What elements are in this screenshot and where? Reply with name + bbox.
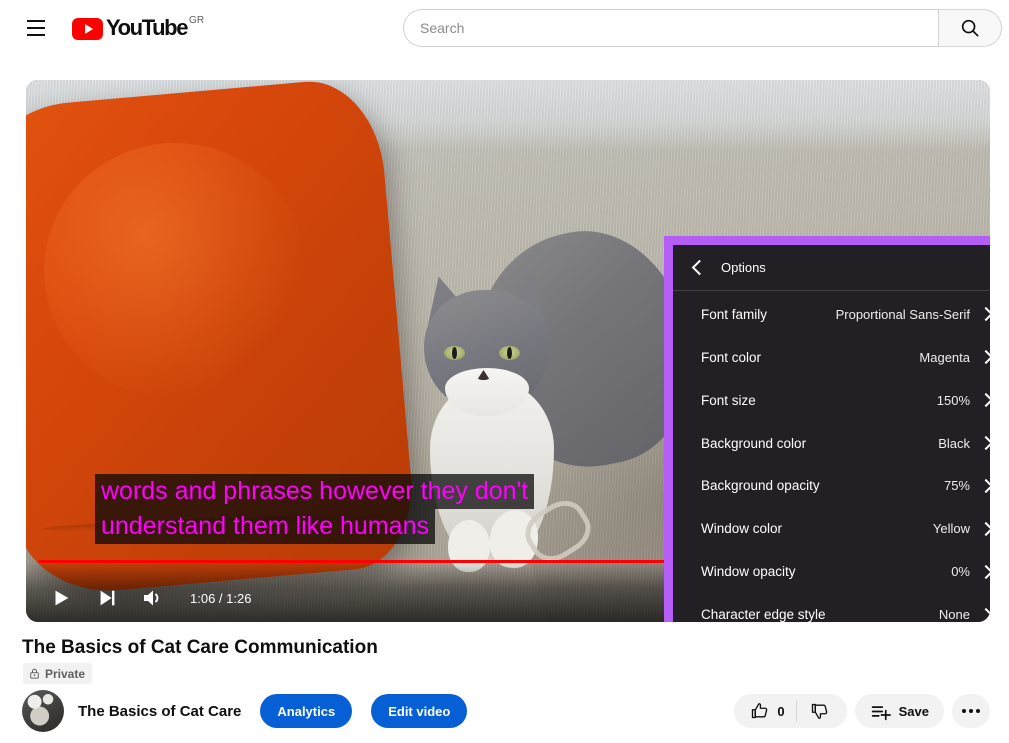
- volume-icon: [144, 590, 159, 606]
- options-back-button[interactable]: Options: [673, 245, 990, 291]
- cat-eye-left: [444, 346, 465, 360]
- chevron-right-icon: [980, 437, 990, 449]
- play-icon: [55, 590, 69, 606]
- menu-item-value: Yellow: [932, 521, 970, 537]
- next-track-icon: [100, 590, 115, 606]
- cat-pupil: [507, 347, 512, 359]
- chevron-right-icon: [980, 566, 990, 578]
- cat-eye-right: [499, 346, 520, 360]
- more-dot: [976, 709, 980, 713]
- search-input[interactable]: [420, 20, 938, 36]
- next-video-button[interactable]: [84, 575, 130, 621]
- search-button[interactable]: [938, 9, 1002, 47]
- save-label: Save: [898, 703, 929, 719]
- menu-item-label: Window opacity: [701, 564, 796, 580]
- search-area: [403, 9, 1002, 47]
- menu-item-value: Proportional Sans-Serif: [835, 306, 970, 322]
- options-list: Font family Proportional Sans-Serif Font…: [673, 291, 990, 622]
- youtube-logo[interactable]: YouTube GR: [72, 15, 204, 41]
- video-actions: 0 Save: [734, 694, 990, 728]
- lock-icon: [30, 668, 39, 679]
- menu-item-font-size[interactable]: Font size 150%: [673, 379, 990, 422]
- menu-item-label: Background color: [701, 435, 807, 451]
- play-button[interactable]: [38, 575, 84, 621]
- back-chevron-icon: [687, 258, 707, 278]
- menu-item-window-color[interactable]: Window color Yellow: [673, 507, 990, 550]
- edit-video-button[interactable]: Edit video: [371, 694, 468, 728]
- menu-item-label: Character edge style: [701, 607, 826, 622]
- menu-item-character-edge-style[interactable]: Character edge style None: [673, 593, 990, 622]
- menu-item-background-color[interactable]: Background color Black: [673, 422, 990, 465]
- dislike-button[interactable]: [797, 694, 843, 728]
- menu-item-value: Magenta: [919, 349, 970, 365]
- menu-item-font-family[interactable]: Font family Proportional Sans-Serif: [673, 293, 990, 336]
- channel-name[interactable]: The Basics of Cat Care: [78, 703, 241, 720]
- video-title: The Basics of Cat Care Communication: [22, 637, 378, 658]
- top-navigation-bar: YouTube GR: [0, 0, 1009, 56]
- chevron-right-icon: [980, 523, 990, 535]
- options-menu-title: Options: [721, 260, 766, 275]
- hamburger-line: [27, 27, 45, 29]
- menu-item-label: Font color: [701, 349, 762, 365]
- chevron-right-icon: [980, 351, 990, 363]
- thumbs-up-icon: [752, 703, 768, 719]
- channel-row: The Basics of Cat Care Analytics Edit vi…: [22, 690, 468, 732]
- search-icon: [961, 19, 979, 37]
- menu-item-window-opacity[interactable]: Window opacity 0%: [673, 550, 990, 593]
- video-player[interactable]: words and phrases however they don't und…: [26, 80, 990, 622]
- pillow-highlight: [33, 132, 316, 409]
- analytics-button[interactable]: Analytics: [260, 694, 353, 728]
- menu-item-label: Window color: [701, 521, 783, 537]
- menu-item-value: 0%: [951, 564, 970, 580]
- menu-item-value: Black: [938, 435, 970, 451]
- more-dot: [962, 709, 966, 713]
- youtube-country-code: GR: [189, 15, 205, 26]
- menu-item-label: Background opacity: [701, 478, 820, 494]
- menu-item-background-opacity[interactable]: Background opacity 75%: [673, 465, 990, 508]
- menu-item-value: 75%: [943, 478, 970, 494]
- menu-item-value: 150%: [936, 392, 970, 408]
- hamburger-line: [27, 20, 45, 22]
- youtube-play-icon: [72, 18, 103, 40]
- captions-options-menu[interactable]: Options Font family Proportional Sans-Se…: [664, 236, 990, 622]
- privacy-badge: Private: [23, 663, 93, 684]
- menu-item-value: None: [938, 607, 970, 622]
- thumbs-down-icon: [811, 703, 827, 719]
- privacy-label: Private: [45, 666, 86, 681]
- captions-options-panel: Options Font family Proportional Sans-Se…: [673, 245, 990, 622]
- chevron-right-icon: [980, 308, 990, 320]
- hamburger-line: [27, 34, 45, 36]
- channel-avatar[interactable]: [22, 690, 64, 732]
- volume-button[interactable]: [130, 575, 176, 621]
- more-dot: [969, 709, 973, 713]
- cat-pupil: [452, 347, 457, 359]
- hamburger-menu-icon[interactable]: [16, 8, 56, 48]
- save-button[interactable]: Save: [854, 694, 944, 728]
- like-button[interactable]: 0: [738, 694, 795, 728]
- more-options-button[interactable]: [952, 694, 990, 728]
- progress-bar-played: [38, 560, 762, 563]
- menu-item-label: Font family: [701, 306, 768, 322]
- chevron-right-icon: [980, 609, 990, 621]
- chevron-right-icon: [980, 480, 990, 492]
- chevron-right-icon: [980, 394, 990, 406]
- orange-pillow: [26, 80, 419, 599]
- menu-item-font-color[interactable]: Font color Magenta: [673, 336, 990, 379]
- save-to-playlist-icon: [871, 705, 891, 720]
- time-display: 1:06 / 1:26: [190, 590, 252, 606]
- like-dislike-group: 0: [734, 694, 847, 728]
- menu-item-label: Font size: [701, 392, 756, 408]
- pillow-crease: [41, 512, 391, 534]
- like-count: 0: [777, 703, 785, 719]
- search-box[interactable]: [403, 9, 938, 47]
- youtube-logo-text: YouTube: [106, 15, 188, 40]
